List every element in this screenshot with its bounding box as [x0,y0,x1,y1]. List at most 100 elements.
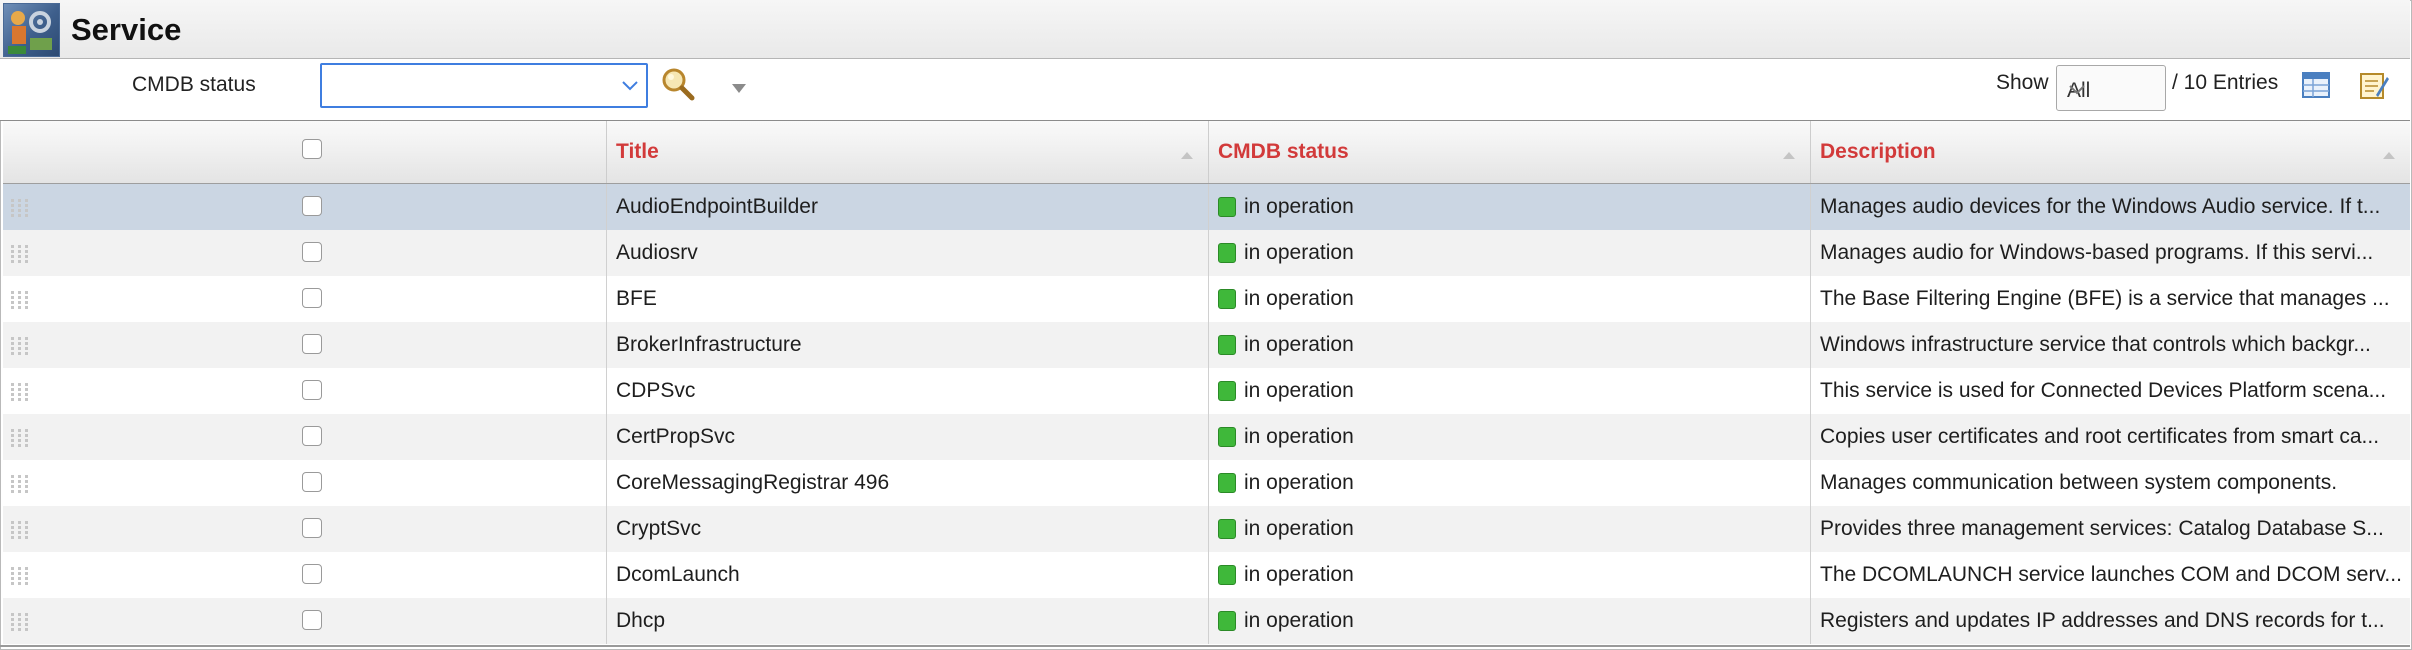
edit-list-button[interactable] [2358,69,2390,101]
description-cell[interactable]: Windows infrastructure service that cont… [1811,322,2410,368]
table-row[interactable]: BFE in operation The Base Filtering Engine… [3,276,2410,322]
title-cell[interactable]: Dhcp [607,598,1209,644]
row-checkbox[interactable] [302,426,322,446]
description-cell[interactable]: Provides three management services: Cata… [1811,506,2410,552]
table-row[interactable]: BrokerInfrastructure in operation Windows … [3,322,2410,368]
title-cell[interactable]: AudioEndpointBuilder [607,184,1209,230]
column-header-title[interactable]: Title [607,121,1209,183]
table-header: Title CMDB status Description [3,121,2410,184]
title-cell[interactable]: CoreMessagingRegistrar 496 [607,460,1209,506]
title-cell[interactable]: BrokerInfrastructure [607,322,1209,368]
cmdb-status-value: in operation [1244,287,1354,310]
cmdb-status-cell[interactable]: in operation [1209,414,1811,460]
description-cell[interactable]: The Base Filtering Engine (BFE) is a ser… [1811,276,2410,322]
title-cell[interactable]: CertPropSvc [607,414,1209,460]
cmdb-status-value: in operation [1244,563,1354,586]
more-filters-button[interactable] [730,81,748,99]
table-row[interactable]: CertPropSvc in operation Copies user certi… [3,414,2410,460]
service-description: Copies user certificates and root certif… [1820,425,2380,448]
status-indicator-icon [1218,243,1236,263]
cmdb-status-cell[interactable]: in operation [1209,460,1811,506]
row-checkbox[interactable] [302,380,322,400]
cmdb-status-cell[interactable]: in operation [1209,184,1811,230]
search-button[interactable] [660,66,696,102]
service-description: The DCOMLAUNCH service launches COM and … [1820,563,2402,586]
select-all-header [3,121,607,183]
row-checkbox[interactable] [302,564,322,584]
title-cell[interactable]: BFE [607,276,1209,322]
service-description: Registers and updates IP addresses and D… [1820,609,2385,632]
title-cell[interactable]: CDPSvc [607,368,1209,414]
row-select-cell [3,460,607,506]
cmdb-status-value: in operation [1244,379,1354,402]
service-description: Provides three management services: Cata… [1820,517,2384,540]
row-select-cell [3,322,607,368]
description-cell[interactable]: This service is used for Connected Devic… [1811,368,2410,414]
drag-handle-icon[interactable] [9,243,31,271]
description-cell[interactable]: The DCOMLAUNCH service launches COM and … [1811,552,2410,598]
service-title: DcomLaunch [616,563,740,586]
description-cell[interactable]: Manages audio for Windows-based programs… [1811,230,2410,276]
row-checkbox[interactable] [302,334,322,354]
cmdb-status-cell[interactable]: in operation [1209,552,1811,598]
table-row[interactable]: Audiosrv in operation Manages audio for Wi… [3,230,2410,276]
title-cell[interactable]: CryptSvc [607,506,1209,552]
table-view-button[interactable] [2300,69,2332,101]
row-checkbox[interactable] [302,242,322,262]
column-header-description-label: Description [1820,140,1936,163]
drag-handle-icon[interactable] [9,473,31,501]
row-checkbox[interactable] [302,518,322,538]
service-title: CDPSvc [616,379,696,402]
column-header-description[interactable]: Description [1811,121,2410,183]
table-row[interactable]: Dhcp in operation Registers and updates IP… [3,598,2410,644]
description-cell[interactable]: Manages audio devices for the Windows Au… [1811,184,2410,230]
table-row[interactable]: AudioEndpointBuilder in operation Manages … [3,184,2410,230]
drag-handle-icon[interactable] [9,427,31,455]
description-cell[interactable]: Copies user certificates and root certif… [1811,414,2410,460]
row-checkbox[interactable] [302,472,322,492]
service-title: CertPropSvc [616,425,736,448]
table-row[interactable]: DcomLaunch in operation The DCOMLAUNCH ser… [3,552,2410,598]
triangle-down-icon [730,81,748,98]
drag-handle-icon[interactable] [9,565,31,593]
entries-per-page-select[interactable]: All [2056,65,2166,111]
cmdb-status-select[interactable] [320,63,648,108]
service-description: Manages audio devices for the Windows Au… [1820,195,2381,218]
drag-handle-icon[interactable] [9,519,31,547]
column-header-cmdb-status[interactable]: CMDB status [1209,121,1811,183]
status-indicator-icon [1218,565,1236,585]
drag-handle-icon[interactable] [9,197,31,225]
cmdb-status-cell[interactable]: in operation [1209,598,1811,644]
cmdb-status-cell[interactable]: in operation [1209,276,1811,322]
table-view-icon [2300,72,2332,105]
status-indicator-icon [1218,473,1236,493]
service-title: AudioEndpointBuilder [616,195,818,218]
drag-handle-icon[interactable] [9,611,31,639]
row-checkbox[interactable] [302,610,322,630]
cmdb-status-cell[interactable]: in operation [1209,506,1811,552]
title-cell[interactable]: DcomLaunch [607,552,1209,598]
status-indicator-icon [1218,335,1236,355]
table-row[interactable]: CDPSvc in operation This service is used f… [3,368,2410,414]
table-row[interactable]: CryptSvc in operation Provides three manag… [3,506,2410,552]
title-cell[interactable]: Audiosrv [607,230,1209,276]
select-all-checkbox[interactable] [302,139,322,159]
service-description: Manages communication between system com… [1820,471,2338,494]
service-title: CryptSvc [616,517,702,540]
cmdb-status-value: in operation [1244,609,1354,632]
description-cell[interactable]: Registers and updates IP addresses and D… [1811,598,2410,644]
description-cell[interactable]: Manages communication between system com… [1811,460,2410,506]
drag-handle-icon[interactable] [9,335,31,363]
table-row[interactable]: CoreMessagingRegistrar 496 in operation Ma… [3,460,2410,506]
cmdb-status-cell[interactable]: in operation [1209,322,1811,368]
row-checkbox[interactable] [302,288,322,308]
service-title: Dhcp [616,609,666,632]
row-checkbox[interactable] [302,196,322,216]
drag-handle-icon[interactable] [9,381,31,409]
status-indicator-icon [1218,611,1236,631]
row-select-cell [3,230,607,276]
chevron-down-icon [620,74,640,101]
cmdb-status-cell[interactable]: in operation [1209,368,1811,414]
cmdb-status-cell[interactable]: in operation [1209,230,1811,276]
drag-handle-icon[interactable] [9,289,31,317]
